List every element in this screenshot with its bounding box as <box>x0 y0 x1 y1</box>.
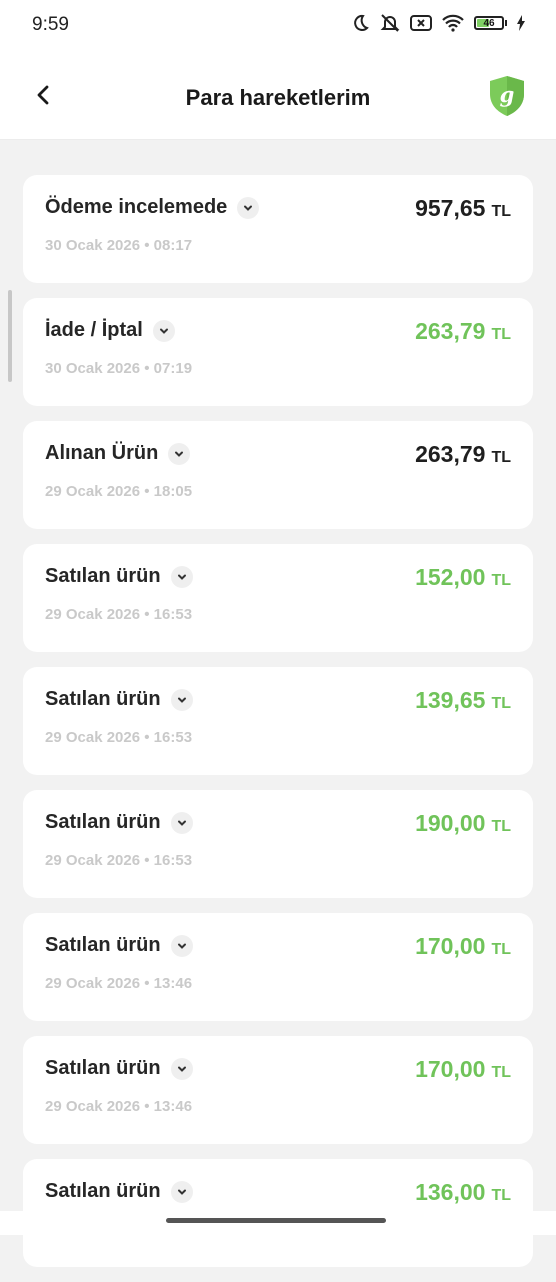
chevron-down-icon[interactable] <box>237 196 260 219</box>
currency-label: TL <box>491 449 511 466</box>
transaction-card[interactable]: Satılan ürün 29 Ocak 2026 • 16:53 152,00… <box>23 544 533 652</box>
currency-label: TL <box>491 941 511 958</box>
chevron-down-icon[interactable] <box>170 565 193 588</box>
transaction-title: Satılan ürün <box>45 1180 161 1202</box>
chevron-down-icon[interactable] <box>170 934 193 957</box>
status-bar: 9:59 46 <box>0 0 556 52</box>
transaction-date: 29 Ocak 2026 • 18:05 <box>45 483 193 500</box>
currency-label: TL <box>491 695 511 712</box>
moon-icon <box>354 14 369 31</box>
transaction-date: 29 Ocak 2026 • 13:46 <box>45 975 193 992</box>
transaction-amount: 263,79 TL <box>415 441 511 468</box>
transaction-amount: 170,00 TL <box>415 933 511 960</box>
chevron-down-icon[interactable] <box>152 319 175 342</box>
app-header: Para hareketlerim g <box>0 52 556 140</box>
transaction-date: 29 Ocak 2026 • 16:53 <box>45 852 193 869</box>
currency-label: TL <box>491 1187 511 1204</box>
currency-label: TL <box>491 572 511 589</box>
chevron-down-icon[interactable] <box>170 1180 193 1203</box>
transaction-date: 29 Ocak 2026 • 13:46 <box>45 1098 193 1115</box>
transaction-title: Satılan ürün <box>45 811 161 833</box>
amount-value: 190,00 <box>415 810 486 836</box>
currency-label: TL <box>491 818 511 835</box>
amount-value: 139,65 <box>415 687 486 713</box>
transaction-title: Satılan ürün <box>45 565 161 587</box>
home-indicator[interactable] <box>166 1218 386 1223</box>
amount-value: 170,00 <box>415 1056 486 1082</box>
charging-icon <box>517 15 525 31</box>
amount-value: 263,79 <box>415 441 486 467</box>
status-icons: 46 <box>350 13 526 33</box>
transaction-list: Ödeme incelemede 30 Ocak 2026 • 08:17 95… <box>23 175 533 1282</box>
shield-letter: g <box>500 82 515 107</box>
transaction-amount: 136,00 TL <box>415 1179 511 1206</box>
wifi-icon <box>442 14 464 32</box>
transaction-card[interactable]: Satılan ürün 29 Ocak 2026 • 13:46 170,00… <box>23 1036 533 1144</box>
mute-notification-icon <box>380 14 400 32</box>
transaction-amount: 190,00 TL <box>415 810 511 837</box>
transaction-card[interactable]: Satılan ürün 29 Ocak 2026 • 16:53 190,00… <box>23 790 533 898</box>
sim-error-icon <box>410 15 432 31</box>
currency-label: TL <box>491 326 511 343</box>
transaction-date: 30 Ocak 2026 • 07:19 <box>45 360 193 377</box>
currency-label: TL <box>491 203 511 220</box>
transaction-title: İade / İptal <box>45 319 143 341</box>
chevron-down-icon[interactable] <box>170 688 193 711</box>
chevron-down-icon[interactable] <box>170 1057 193 1080</box>
amount-value: 170,00 <box>415 933 486 959</box>
transaction-amount: 170,00 TL <box>415 1056 511 1083</box>
transaction-title: Satılan ürün <box>45 1057 161 1079</box>
amount-value: 957,65 <box>415 195 486 221</box>
currency-label: TL <box>491 1064 511 1081</box>
transaction-date: 30 Ocak 2026 • 08:17 <box>45 237 193 254</box>
transaction-card[interactable]: Satılan ürün 29 Ocak 2026 • 13:46 170,00… <box>23 913 533 1021</box>
battery-icon: 46 <box>474 16 504 30</box>
transaction-amount: 263,79 TL <box>415 318 511 345</box>
transaction-date: 29 Ocak 2026 • 16:53 <box>45 729 193 746</box>
transaction-amount: 139,65 TL <box>415 687 511 714</box>
amount-value: 152,00 <box>415 564 486 590</box>
transaction-title: Alınan Ürün <box>45 442 159 464</box>
transaction-card[interactable]: İade / İptal 30 Ocak 2026 • 07:19 263,79… <box>23 298 533 406</box>
transaction-card[interactable]: Alınan Ürün 29 Ocak 2026 • 18:05 263,79 T… <box>23 421 533 529</box>
chevron-down-icon[interactable] <box>170 811 193 834</box>
navigation-bar <box>0 1211 556 1235</box>
status-time: 9:59 <box>32 14 69 35</box>
transaction-card[interactable]: Ödeme incelemede 30 Ocak 2026 • 08:17 95… <box>23 175 533 283</box>
amount-value: 263,79 <box>415 318 486 344</box>
page-title: Para hareketlerim <box>185 85 371 110</box>
transaction-amount: 152,00 TL <box>415 564 511 591</box>
transaction-amount: 957,65 TL <box>415 195 511 222</box>
transaction-title: Satılan ürün <box>45 934 161 956</box>
amount-value: 136,00 <box>415 1179 486 1205</box>
transaction-card[interactable]: Satılan ürün 29 Ocak 2026 • 16:53 139,65… <box>23 667 533 775</box>
transaction-title: Ödeme incelemede <box>45 196 228 218</box>
chevron-down-icon[interactable] <box>168 442 191 465</box>
battery-level: 46 <box>483 17 495 29</box>
transaction-date: 29 Ocak 2026 • 16:53 <box>45 606 193 623</box>
scroll-indicator[interactable] <box>8 290 12 382</box>
shield-icon[interactable]: g <box>488 75 526 117</box>
transaction-title: Satılan ürün <box>45 688 161 710</box>
